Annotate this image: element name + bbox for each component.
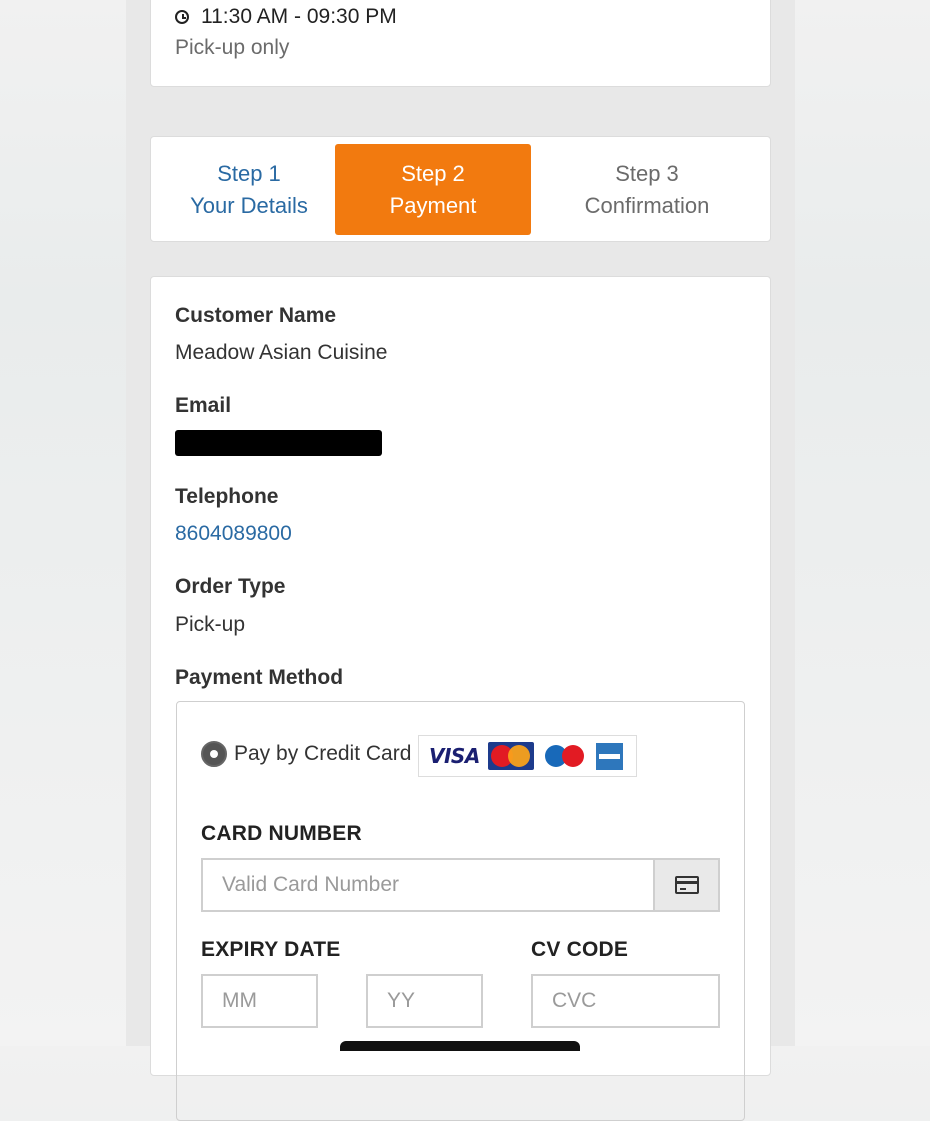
step-number: Step 3 — [615, 160, 679, 186]
card-number-addon — [654, 858, 720, 912]
redacted-email — [175, 430, 382, 456]
order-type-label: Order Type — [175, 575, 286, 598]
cvc-input[interactable] — [531, 974, 720, 1028]
payment-method-box: Pay by Credit Card VISA CARD NUMBER EXPI… — [176, 701, 745, 1121]
credit-card-radio[interactable] — [201, 741, 227, 767]
telephone-link[interactable]: 8604089800 — [175, 522, 292, 546]
step-payment[interactable]: Step 2 Payment — [335, 144, 531, 235]
step-title: Confirmation — [584, 192, 710, 218]
payment-method-label: Payment Method — [175, 666, 344, 689]
step-number: Step 2 — [401, 160, 465, 186]
expiry-year-input[interactable] — [366, 974, 483, 1028]
step-number: Step 1 — [217, 160, 281, 186]
customer-name-value: Meadow Asian Cuisine — [175, 341, 388, 364]
card-number-label: CARD NUMBER — [201, 822, 362, 845]
order-details-card: Customer Name Meadow Asian Cuisine Email… — [150, 276, 771, 1121]
service-note: Pick-up only — [175, 36, 290, 59]
maestro-logo — [542, 742, 588, 770]
credit-card-option-label[interactable]: Pay by Credit Card — [234, 742, 411, 766]
expiry-month-input[interactable] — [201, 974, 318, 1028]
visa-logo: VISA — [429, 744, 480, 768]
accepted-cards: VISA — [418, 735, 637, 777]
hours-row: 11:30 AM - 09:30 PM — [175, 5, 397, 29]
telephone-label: Telephone — [175, 485, 279, 508]
step-your-details[interactable]: Step 1 Your Details — [151, 144, 347, 235]
credit-card-icon — [674, 876, 699, 894]
clock-icon — [175, 10, 189, 24]
step-confirmation[interactable]: Step 3 Confirmation — [549, 144, 745, 235]
step-title: Payment — [389, 192, 477, 218]
store-hours-card: 11:30 AM - 09:30 PM Pick-up only — [150, 0, 771, 87]
mastercard-logo — [487, 742, 534, 770]
card-number-input[interactable] — [201, 858, 655, 912]
store-hours: 11:30 AM - 09:30 PM — [201, 5, 397, 28]
home-indicator — [340, 1041, 580, 1051]
email-label: Email — [175, 394, 232, 417]
amex-logo — [595, 742, 623, 770]
step-title: Your Details — [190, 192, 308, 218]
expiry-date-label: EXPIRY DATE — [201, 938, 341, 961]
cv-code-label: CV CODE — [531, 938, 629, 961]
customer-name-label: Customer Name — [175, 304, 337, 327]
checkout-stepper: Step 1 Your Details Step 2 Payment Step … — [150, 136, 771, 242]
order-type-value: Pick-up — [175, 613, 246, 636]
